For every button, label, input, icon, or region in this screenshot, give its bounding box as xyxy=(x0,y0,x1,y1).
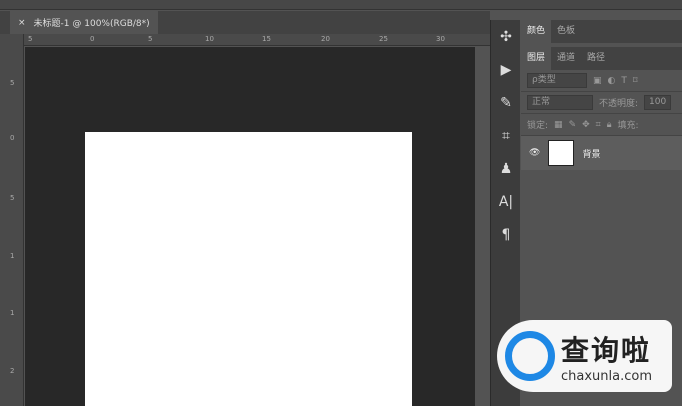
watermark: 查询啦 chaxunla.com xyxy=(497,320,672,392)
tab-paths[interactable]: 路径 xyxy=(581,47,611,70)
crop-icon[interactable]: ⌗ xyxy=(491,119,521,152)
ruler-tick: 25 xyxy=(379,35,388,43)
canvas-document[interactable] xyxy=(85,132,412,406)
tab-swatches[interactable]: 色板 xyxy=(551,20,581,43)
watermark-cn: 查询啦 xyxy=(561,333,652,367)
ruler-tick: 30 xyxy=(436,35,445,43)
document-tab[interactable]: × 未标题-1 @ 100%(RGB/8*) xyxy=(10,11,158,34)
layer-row[interactable]: 👁︎ 背景 xyxy=(521,136,682,170)
layer-name: 背景 xyxy=(582,149,601,160)
filter-kind-select[interactable]: ρ类型 xyxy=(527,73,587,88)
layer-thumbnail xyxy=(548,140,575,166)
ruler-tick: 5 xyxy=(148,35,153,43)
ruler-tick: 1 xyxy=(10,252,15,260)
ruler-tick: 2 xyxy=(10,367,15,375)
lock-pixels-icon[interactable]: ▦ xyxy=(554,120,563,130)
adjust-filter-icon[interactable]: ◐ xyxy=(608,76,616,86)
lock-row: 锁定: ▦ ✎ ✥ ⌗ 🔒︎ 填充: xyxy=(521,114,682,136)
lock-artboard-icon[interactable]: ⌗ xyxy=(596,120,601,130)
tab-layers[interactable]: 图层 xyxy=(521,47,552,70)
ruler-tick: 1 xyxy=(10,309,15,317)
character-icon[interactable]: A| xyxy=(491,185,521,218)
ruler-tick: 5 xyxy=(10,194,15,202)
puzzle-icon[interactable]: ✣ xyxy=(491,20,521,53)
watermark-logo-icon xyxy=(505,331,555,381)
ruler-tick: 5 xyxy=(10,79,15,87)
ruler-tick: 0 xyxy=(10,134,15,142)
ruler-tick: 10 xyxy=(205,35,214,43)
color-tabs: 颜色 色板 xyxy=(521,20,682,43)
blend-mode-select[interactable]: 正常 xyxy=(527,95,593,110)
document-tab-bar: × 未标题-1 @ 100%(RGB/8*) xyxy=(0,11,490,34)
lock-move-icon[interactable]: ✥ xyxy=(582,120,590,130)
lock-all-icon[interactable]: 🔒︎ xyxy=(607,120,612,130)
ruler-tick: 5 xyxy=(28,35,33,43)
tab-channels[interactable]: 通道 xyxy=(551,47,581,70)
stamp-icon[interactable]: ♟ xyxy=(491,152,521,185)
lock-label: 锁定: xyxy=(527,121,549,131)
close-icon[interactable]: × xyxy=(18,18,26,28)
ruler-tick: 0 xyxy=(90,35,95,43)
layer-tabs: 图层 通道 路径 xyxy=(521,47,682,70)
tab-color[interactable]: 颜色 xyxy=(521,20,552,43)
fill-label: 填充: xyxy=(617,121,639,131)
opacity-label: 不透明度: xyxy=(599,99,639,109)
image-filter-icon[interactable]: ▣ xyxy=(593,76,602,86)
ruler-tick: 15 xyxy=(262,35,271,43)
paragraph-icon[interactable]: ¶ xyxy=(491,218,521,251)
play-icon[interactable]: ▶ xyxy=(491,53,521,86)
shape-filter-icon[interactable]: ⌑ xyxy=(633,76,638,86)
opacity-input[interactable]: 100 xyxy=(644,95,672,110)
layer-filter-row: ρ类型 ▣ ◐ T ⌑ xyxy=(521,70,682,92)
lock-brush-icon[interactable]: ✎ xyxy=(569,120,577,130)
watermark-en: chaxunla.com xyxy=(561,368,652,384)
vertical-ruler: 5 0 5 1 1 2 xyxy=(0,34,24,406)
brush-icon[interactable]: ✎ xyxy=(491,86,521,119)
ruler-tick: 20 xyxy=(321,35,330,43)
eye-icon[interactable]: 👁︎ xyxy=(529,148,540,158)
document-title: 未标题-1 @ 100%(RGB/8*) xyxy=(33,19,150,29)
type-filter-icon[interactable]: T xyxy=(621,76,627,86)
horizontal-ruler: 5 0 5 10 15 20 25 30 xyxy=(24,34,490,46)
blend-row: 正常 不透明度: 100 xyxy=(521,92,682,114)
options-bar xyxy=(0,0,682,10)
